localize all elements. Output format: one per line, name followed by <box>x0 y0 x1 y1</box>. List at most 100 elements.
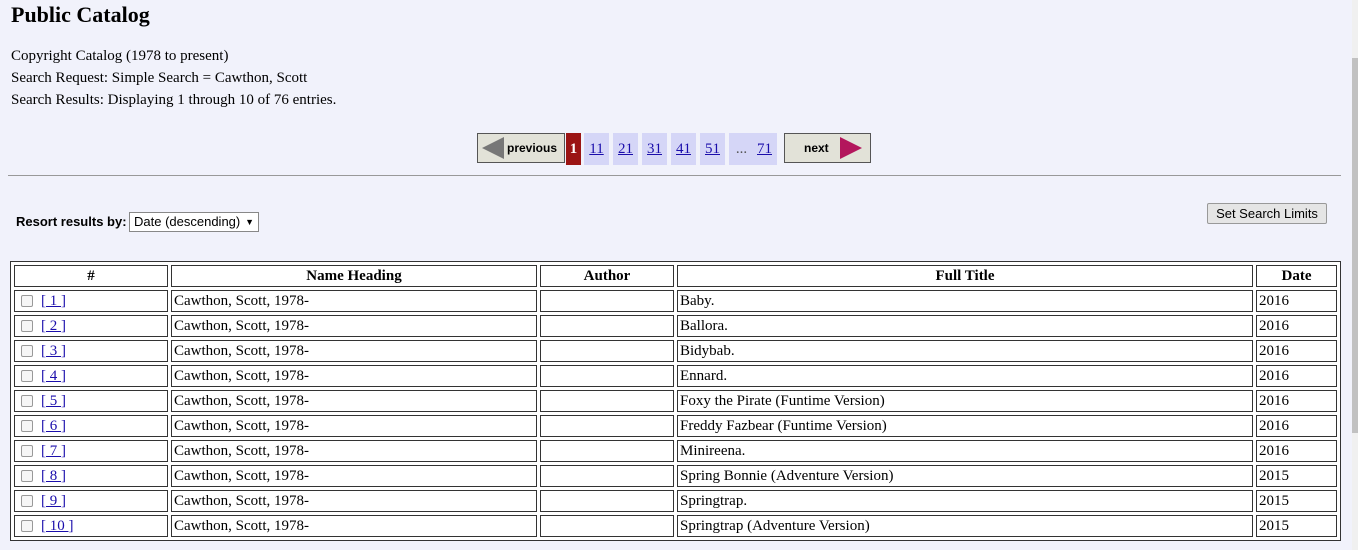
cell-full-title: Spring Bonnie (Adventure Version) <box>677 465 1253 487</box>
cell-full-title: Foxy the Pirate (Funtime Version) <box>677 390 1253 412</box>
table-row: [ 10 ] Cawthon, Scott, 1978- Springtrap (A… <box>14 515 1337 537</box>
record-link[interactable]: [ 10 ] <box>41 518 74 534</box>
cell-date: 2016 <box>1256 340 1337 362</box>
set-search-limits-button[interactable]: Set Search Limits <box>1207 203 1327 224</box>
cell-date: 2016 <box>1256 290 1337 312</box>
cell-date: 2015 <box>1256 515 1337 537</box>
cell-name-heading: Cawthon, Scott, 1978- <box>171 365 537 387</box>
page-current: 1 <box>566 133 581 165</box>
cell-full-title: Minireena. <box>677 440 1253 462</box>
previous-button[interactable]: previous <box>477 133 565 163</box>
page-link[interactable]: 11 <box>584 133 609 165</box>
record-link[interactable]: [ 6 ] <box>41 418 66 434</box>
cell-full-title: Freddy Fazbear (Funtime Version) <box>677 415 1253 437</box>
row-checkbox[interactable] <box>21 520 33 533</box>
table-row: [ 7 ] Cawthon, Scott, 1978- Minireena. 2016 <box>14 440 1337 462</box>
row-checkbox[interactable] <box>21 345 33 358</box>
cell-name-heading: Cawthon, Scott, 1978- <box>171 290 537 312</box>
record-link[interactable]: [ 4 ] <box>41 368 66 384</box>
table-header-row: # Name Heading Author Full Title Date <box>14 265 1337 287</box>
cell-name-heading: Cawthon, Scott, 1978- <box>171 315 537 337</box>
page-link-text[interactable]: 11 <box>589 141 603 157</box>
page-link[interactable]: 71 <box>752 133 777 165</box>
cell-author <box>540 515 674 537</box>
cell-number: [ 9 ] <box>14 490 168 512</box>
record-link[interactable]: [ 3 ] <box>41 343 66 359</box>
cell-date: 2015 <box>1256 465 1337 487</box>
row-checkbox[interactable] <box>21 470 33 483</box>
cell-number: [ 6 ] <box>14 415 168 437</box>
cell-author <box>540 465 674 487</box>
table-row: [ 4 ] Cawthon, Scott, 1978- Ennard. 2016 <box>14 365 1337 387</box>
row-checkbox[interactable] <box>21 320 33 333</box>
cell-name-heading: Cawthon, Scott, 1978- <box>171 340 537 362</box>
page-ellipsis: ... <box>729 133 754 165</box>
record-link[interactable]: [ 1 ] <box>41 293 66 309</box>
record-link[interactable]: [ 5 ] <box>41 393 66 409</box>
cell-date: 2015 <box>1256 490 1337 512</box>
cell-name-heading: Cawthon, Scott, 1978- <box>171 440 537 462</box>
divider <box>8 175 1341 176</box>
col-header-full-title: Full Title <box>677 265 1253 287</box>
page-link-text[interactable]: 31 <box>647 141 662 157</box>
cell-author <box>540 340 674 362</box>
resort-label: Resort results by: <box>16 214 127 229</box>
record-link[interactable]: [ 7 ] <box>41 443 66 459</box>
cell-number: [ 10 ] <box>14 515 168 537</box>
cell-number: [ 8 ] <box>14 465 168 487</box>
cell-author <box>540 390 674 412</box>
search-request: Search Request: Simple Search = Cawthon,… <box>11 70 308 86</box>
cell-full-title: Ballora. <box>677 315 1253 337</box>
col-header-name-heading: Name Heading <box>171 265 537 287</box>
record-link[interactable]: [ 9 ] <box>41 493 66 509</box>
record-link[interactable]: [ 8 ] <box>41 468 66 484</box>
cell-full-title: Springtrap. <box>677 490 1253 512</box>
page-title: Public Catalog <box>11 2 150 27</box>
table-row: [ 2 ] Cawthon, Scott, 1978- Ballora. 2016 <box>14 315 1337 337</box>
table-row: [ 9 ] Cawthon, Scott, 1978- Springtrap. 201… <box>14 490 1337 512</box>
cell-name-heading: Cawthon, Scott, 1978- <box>171 515 537 537</box>
record-link[interactable]: [ 2 ] <box>41 318 66 334</box>
table-row: [ 6 ] Cawthon, Scott, 1978- Freddy Fazbear… <box>14 415 1337 437</box>
page-link-text[interactable]: 71 <box>757 141 772 157</box>
page-link-text[interactable]: 41 <box>676 141 691 157</box>
page-link[interactable]: 41 <box>671 133 696 165</box>
cell-number: [ 4 ] <box>14 365 168 387</box>
next-button[interactable]: next <box>784 133 871 163</box>
scrollbar-thumb[interactable] <box>1352 58 1358 433</box>
page-link[interactable]: 51 <box>700 133 725 165</box>
page-link[interactable]: 31 <box>642 133 667 165</box>
cell-author <box>540 290 674 312</box>
table-row: [ 8 ] Cawthon, Scott, 1978- Spring Bonnie … <box>14 465 1337 487</box>
cell-date: 2016 <box>1256 390 1337 412</box>
table-row: [ 5 ] Cawthon, Scott, 1978- Foxy the Pirat… <box>14 390 1337 412</box>
page-link-text[interactable]: 51 <box>705 141 720 157</box>
page-link-text[interactable]: 21 <box>618 141 633 157</box>
scrollbar[interactable] <box>1352 0 1358 550</box>
row-checkbox[interactable] <box>21 395 33 408</box>
arrow-left-icon <box>482 137 504 159</box>
resort-select[interactable]: Date (descending) ▼ <box>129 212 259 232</box>
catalog-name: Copyright Catalog (1978 to present) <box>11 48 229 64</box>
page-link[interactable]: 21 <box>613 133 638 165</box>
cell-author <box>540 490 674 512</box>
caret-down-icon: ▼ <box>245 217 254 227</box>
row-checkbox[interactable] <box>21 495 33 508</box>
col-header-author: Author <box>540 265 674 287</box>
cell-full-title: Baby. <box>677 290 1253 312</box>
cell-name-heading: Cawthon, Scott, 1978- <box>171 465 537 487</box>
row-checkbox[interactable] <box>21 295 33 308</box>
cell-number: [ 5 ] <box>14 390 168 412</box>
cell-name-heading: Cawthon, Scott, 1978- <box>171 415 537 437</box>
row-checkbox[interactable] <box>21 370 33 383</box>
row-checkbox[interactable] <box>21 420 33 433</box>
cell-author <box>540 315 674 337</box>
cell-author <box>540 365 674 387</box>
row-checkbox[interactable] <box>21 445 33 458</box>
table-row: [ 1 ] Cawthon, Scott, 1978- Baby. 2016 <box>14 290 1337 312</box>
cell-name-heading: Cawthon, Scott, 1978- <box>171 390 537 412</box>
cell-date: 2016 <box>1256 440 1337 462</box>
cell-name-heading: Cawthon, Scott, 1978- <box>171 490 537 512</box>
cell-number: [ 7 ] <box>14 440 168 462</box>
col-header-date: Date <box>1256 265 1337 287</box>
